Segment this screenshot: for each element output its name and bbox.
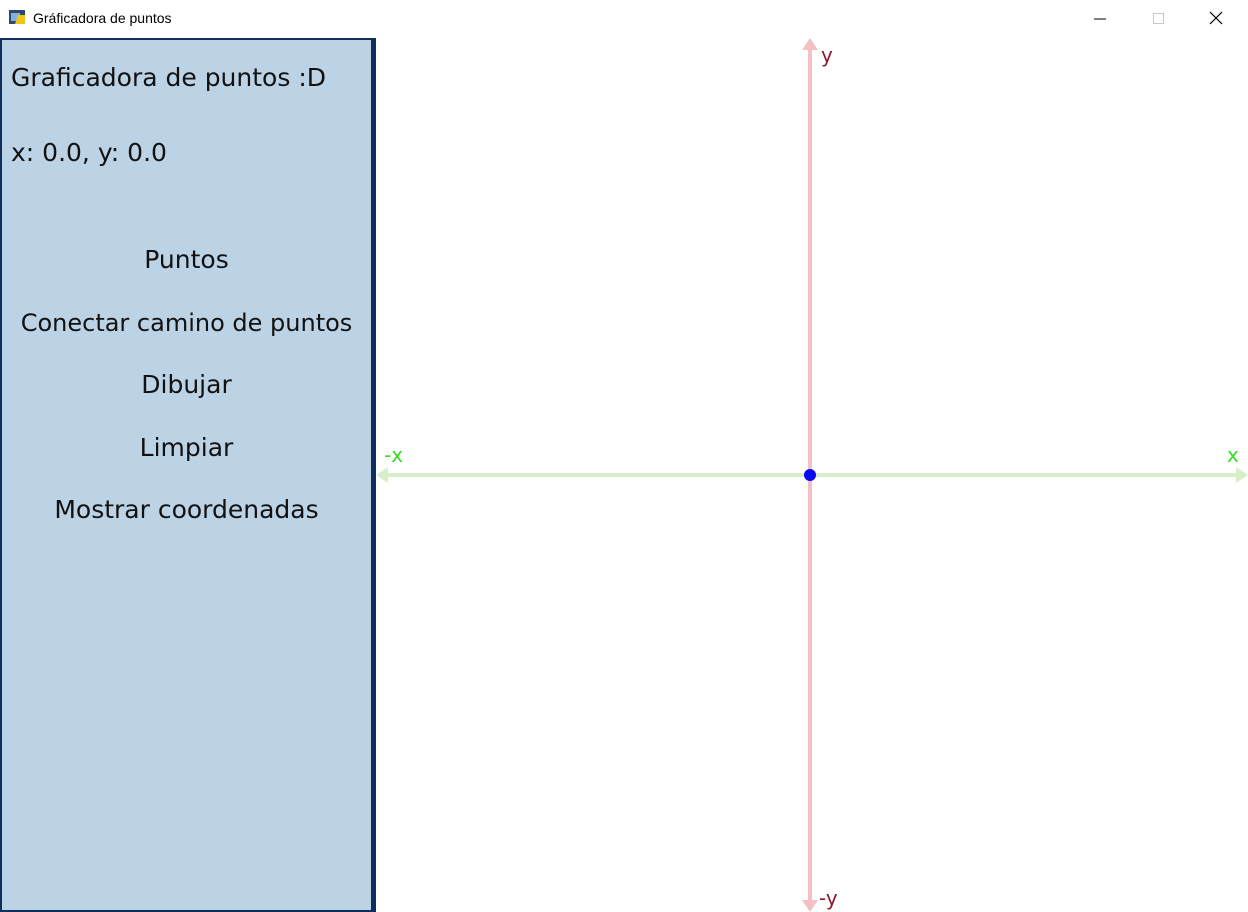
minimize-icon xyxy=(1094,18,1106,20)
menu-item-dibujar[interactable]: Dibujar xyxy=(2,367,371,403)
origin-point xyxy=(804,469,816,481)
coordinates-readout: x: 0.0, y: 0.0 xyxy=(11,138,167,167)
y-axis-arrow-down-icon xyxy=(802,900,818,912)
minimize-button[interactable] xyxy=(1072,0,1130,38)
cartesian-plane xyxy=(376,38,1248,912)
negative-x-axis-label: -x xyxy=(384,443,404,467)
menu-item-mostrar-coordenadas[interactable]: Mostrar coordenadas xyxy=(2,492,371,528)
maximize-button[interactable] xyxy=(1130,0,1188,38)
menu-item-puntos[interactable]: Puntos xyxy=(2,242,371,278)
x-axis-label: x xyxy=(1227,443,1239,467)
maximize-icon xyxy=(1153,13,1164,24)
menu-item-conectar-camino[interactable]: Conectar camino de puntos xyxy=(2,305,371,341)
panel-title: Graficadora de puntos :D xyxy=(11,63,326,92)
drawing-canvas[interactable]: y -y -x x xyxy=(376,38,1248,912)
y-axis-label: y xyxy=(821,43,833,67)
window-title: Gráficadora de puntos xyxy=(33,10,172,26)
title-bar: Gráficadora de puntos xyxy=(0,0,1248,38)
menu-item-limpiar[interactable]: Limpiar xyxy=(2,430,371,466)
close-button[interactable] xyxy=(1188,0,1246,38)
negative-y-axis-label: -y xyxy=(819,886,838,910)
x-axis-arrow-left-icon xyxy=(376,467,388,483)
app-icon xyxy=(9,10,25,24)
y-axis-arrow-up-icon xyxy=(802,38,818,50)
close-icon xyxy=(1209,11,1223,25)
control-panel: Graficadora de puntos :D x: 0.0, y: 0.0 … xyxy=(0,38,376,912)
x-axis-arrow-right-icon xyxy=(1236,467,1248,483)
